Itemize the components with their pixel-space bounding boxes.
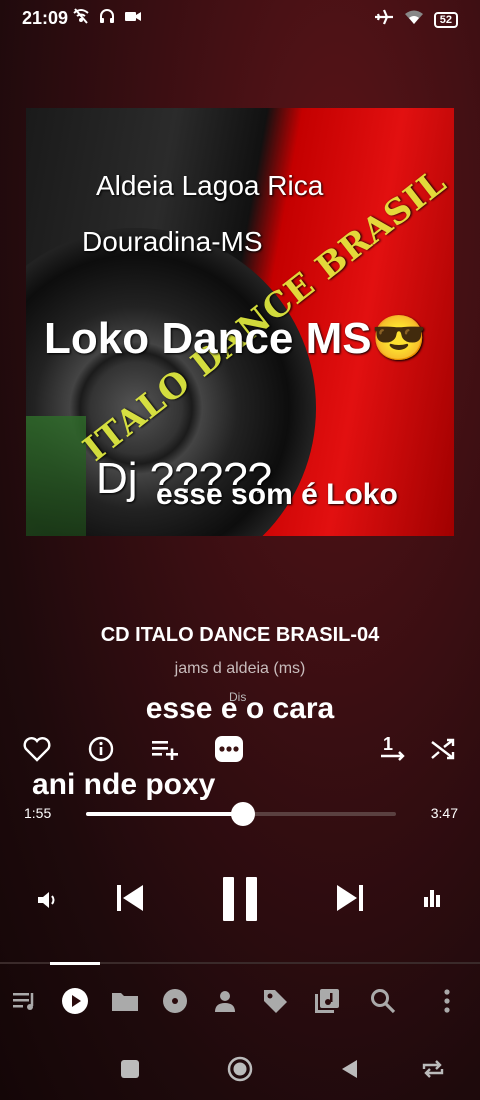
seek-bar[interactable]: [86, 802, 396, 826]
status-icons-right: 52: [374, 8, 458, 31]
repeat-one-icon[interactable]: 1: [378, 734, 408, 764]
tab-queue-icon[interactable]: [10, 986, 40, 1016]
track-artist[interactable]: jams d aldeia (ms): [0, 660, 480, 678]
home-icon[interactable]: [227, 1056, 253, 1082]
next-icon[interactable]: [332, 880, 368, 916]
seek-bar-progress: [86, 812, 244, 816]
favorite-icon[interactable]: [22, 734, 52, 764]
status-time: 21:09: [22, 8, 69, 28]
library-tab-bar: [0, 962, 480, 1038]
add-to-queue-icon[interactable]: [150, 734, 180, 764]
status-bar: 21:09 52: [0, 0, 480, 36]
pause-button[interactable]: [216, 874, 264, 924]
back-icon[interactable]: [336, 1056, 362, 1082]
tab-playlists-icon[interactable]: [312, 986, 342, 1016]
album-artwork[interactable]: Aldeia Lagoa Rica Douradina-MS ITALO DAN…: [26, 108, 454, 536]
equalizer-icon[interactable]: [418, 884, 446, 912]
wifi-off-icon: [72, 7, 90, 30]
previous-icon[interactable]: [112, 880, 148, 916]
headphones-icon: [98, 7, 116, 30]
artwork-line1: Aldeia Lagoa Rica: [96, 170, 324, 201]
seek-bar-thumb[interactable]: [231, 802, 256, 826]
svg-text:1: 1: [383, 734, 393, 754]
more-icon[interactable]: [214, 734, 244, 764]
artwork-flag: [26, 416, 86, 536]
system-nav-bar: [0, 1048, 480, 1088]
total-time: 3:47: [430, 805, 458, 821]
lyric-line-next: ani nde poxy: [32, 768, 216, 801]
artwork-line2: Douradina-MS: [82, 226, 263, 257]
tab-albums-icon[interactable]: [160, 986, 190, 1016]
tab-folders-icon[interactable]: [110, 986, 140, 1016]
wifi-icon: [404, 9, 424, 30]
rotate-icon[interactable]: [420, 1056, 446, 1082]
tab-search-icon[interactable]: [368, 986, 398, 1016]
status-icons-left: [72, 7, 142, 30]
airplane-icon: [374, 8, 394, 31]
active-tab-indicator: [50, 962, 100, 965]
current-time: 1:55: [24, 805, 52, 821]
shuffle-icon[interactable]: [428, 734, 458, 764]
volume-icon[interactable]: [34, 886, 62, 914]
battery-icon: 52: [433, 11, 458, 28]
lyric-overlay: Dis: [229, 690, 247, 704]
artwork-slogan: esse som é Loko: [156, 478, 398, 511]
playback-controls: [0, 870, 480, 930]
action-row: 1: [0, 734, 480, 766]
tab-now-playing-icon[interactable]: [60, 986, 90, 1016]
tab-genres-icon[interactable]: [260, 986, 290, 1016]
video-icon: [124, 7, 142, 30]
tab-artists-icon[interactable]: [210, 986, 240, 1016]
tab-menu-icon[interactable]: [432, 986, 462, 1016]
info-icon[interactable]: [86, 734, 116, 764]
artwork-title: Loko Dance MS😎: [44, 314, 427, 363]
track-title: CD ITALO DANCE BRASIL-04: [100, 624, 380, 646]
recents-icon[interactable]: [117, 1056, 143, 1082]
